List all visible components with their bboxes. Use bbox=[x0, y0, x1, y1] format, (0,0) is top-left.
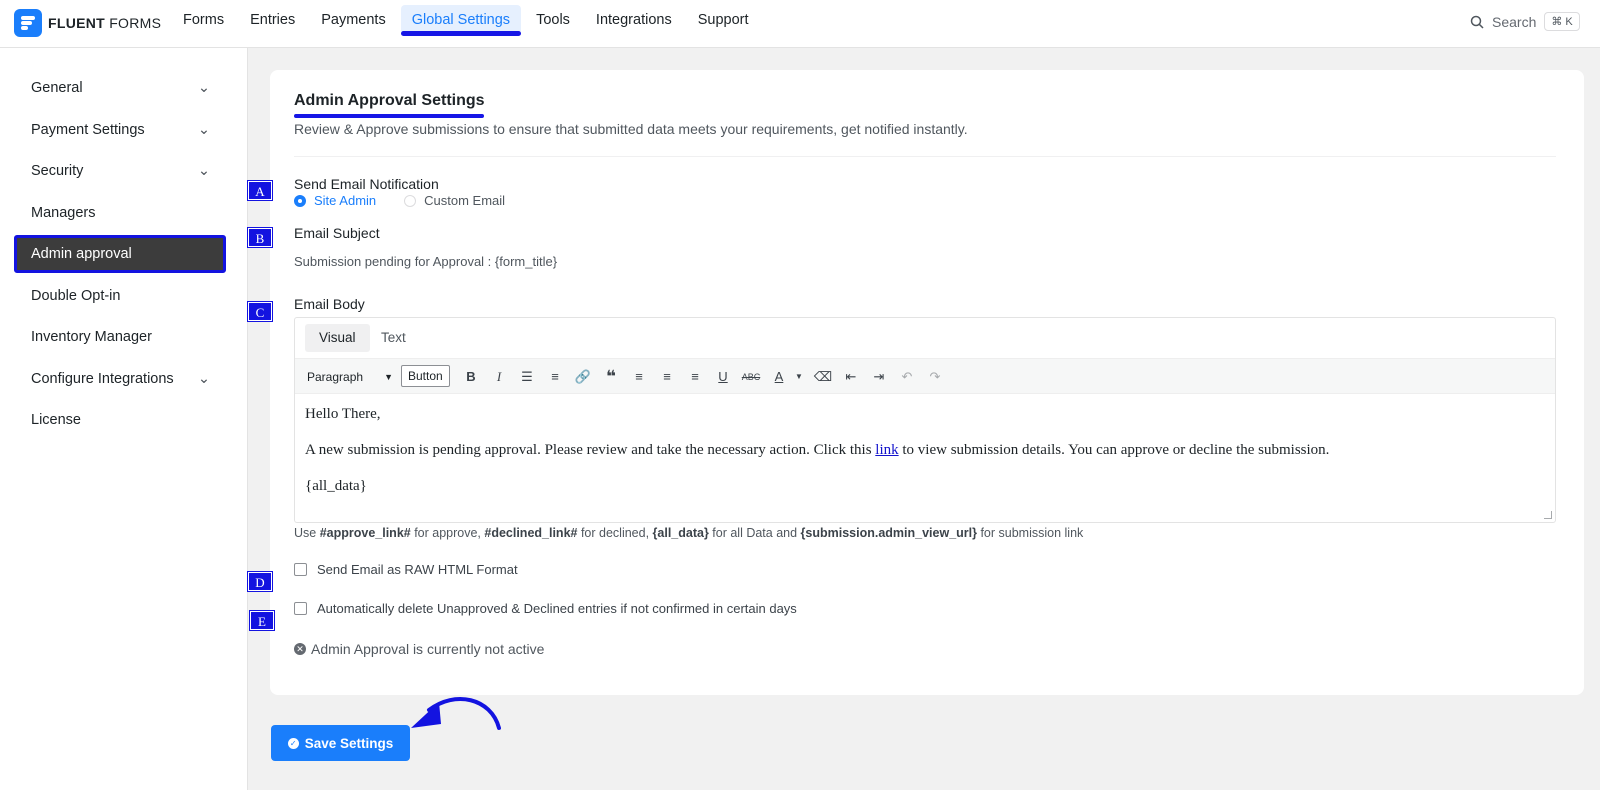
chevron-down-icon: ⌄ bbox=[197, 163, 210, 179]
sidebar-item-double-opt-in[interactable]: Double Opt-in bbox=[14, 277, 226, 315]
chevron-down-icon: ⌄ bbox=[197, 371, 210, 387]
italic-icon[interactable]: I bbox=[489, 367, 509, 387]
body-greeting: Hello There, bbox=[305, 406, 381, 422]
search-button[interactable]: Search ⌘ K bbox=[1470, 12, 1580, 31]
link-icon[interactable]: 🔗 bbox=[573, 367, 593, 387]
align-center-icon[interactable]: ≡ bbox=[657, 367, 677, 387]
top-bar: FLUENT FORMS Forms Entries Payments Glob… bbox=[0, 0, 1600, 48]
annotation-marker-c: C bbox=[248, 302, 272, 321]
logo[interactable]: FLUENT FORMS bbox=[14, 9, 161, 37]
admin-approval-card: Admin Approval Settings Review & Approve… bbox=[270, 70, 1584, 695]
search-label: Search bbox=[1492, 13, 1537, 30]
status-message: ✕ Admin Approval is currently not active bbox=[294, 641, 544, 657]
redo-icon[interactable]: ↷ bbox=[925, 367, 945, 387]
close-circle-icon: ✕ bbox=[294, 643, 306, 655]
check-circle-icon: ✓ bbox=[287, 737, 299, 749]
sidebar-item-payment-settings[interactable]: Payment Settings ⌄ bbox=[14, 111, 226, 149]
nav-tools[interactable]: Tools bbox=[523, 0, 583, 48]
outdent-icon[interactable]: ⇤ bbox=[841, 367, 861, 387]
nav-payments[interactable]: Payments bbox=[308, 0, 398, 48]
numbered-list-icon[interactable]: ≡ bbox=[545, 367, 565, 387]
nav-integrations[interactable]: Integrations bbox=[583, 0, 685, 48]
page-subtitle: Review & Approve submissions to ensure t… bbox=[294, 121, 968, 137]
editor-toolbar: Paragraph ▼ Button B I ☰ ≡ 🔗 ❝ ≡ ≡ ≡ U AB… bbox=[295, 358, 1555, 394]
shortcode-hint: Use #approve_link# for approve, #decline… bbox=[294, 526, 1084, 540]
annotation-arrow-icon bbox=[411, 697, 501, 730]
auto-delete-checkbox[interactable]: Automatically delete Unapproved & Declin… bbox=[294, 601, 797, 616]
undo-icon[interactable]: ↶ bbox=[897, 367, 917, 387]
submission-link[interactable]: link bbox=[875, 442, 898, 458]
chevron-down-icon: ⌄ bbox=[197, 122, 210, 138]
nav-forms[interactable]: Forms bbox=[170, 0, 237, 48]
radio-dot bbox=[294, 194, 306, 207]
blockquote-icon[interactable]: ❝ bbox=[601, 367, 621, 387]
underline-icon[interactable]: U bbox=[713, 367, 733, 387]
fluent-forms-logo-icon bbox=[14, 9, 42, 37]
checkbox-box bbox=[294, 602, 307, 615]
caret-down-icon: ▼ bbox=[384, 372, 393, 382]
body-label: Email Body bbox=[294, 296, 365, 312]
radio-custom-email[interactable]: Custom Email bbox=[404, 193, 505, 208]
settings-sidebar: General ⌄ Payment Settings ⌄ Security ⌄ Man… bbox=[0, 48, 248, 790]
email-body-editor: Visual Text Paragraph ▼ Button B I ☰ ≡ 🔗 … bbox=[294, 317, 1556, 523]
nav-entries[interactable]: Entries bbox=[237, 0, 308, 48]
format-select[interactable]: Paragraph ▼ bbox=[301, 366, 395, 388]
radio-dot bbox=[404, 194, 417, 207]
body-all-data: {all_data} bbox=[305, 478, 367, 494]
nav-global-settings[interactable]: Global Settings bbox=[399, 0, 523, 48]
eraser-icon[interactable]: ⌫ bbox=[813, 367, 833, 387]
caret-down-icon[interactable]: ▼ bbox=[789, 367, 809, 387]
divider bbox=[294, 156, 1556, 157]
tab-visual[interactable]: Visual bbox=[305, 324, 370, 352]
body-paragraph: A new submission is pending approval. Pl… bbox=[305, 442, 1330, 458]
search-icon bbox=[1470, 15, 1484, 29]
sidebar-item-configure-integrations[interactable]: Configure Integrations ⌄ bbox=[14, 360, 226, 398]
notification-label: Send Email Notification bbox=[294, 176, 439, 192]
sidebar-item-admin-approval[interactable]: Admin approval bbox=[14, 235, 226, 273]
sidebar-item-license[interactable]: License bbox=[14, 401, 226, 439]
main-nav: Forms Entries Payments Global Settings T… bbox=[170, 0, 762, 48]
text-color-icon[interactable]: A bbox=[769, 367, 789, 387]
annotation-marker-b: B bbox=[248, 228, 272, 247]
align-left-icon[interactable]: ≡ bbox=[629, 367, 649, 387]
bullet-list-icon[interactable]: ☰ bbox=[517, 367, 537, 387]
email-subject-input[interactable]: Submission pending for Approval : {form_… bbox=[294, 250, 1094, 274]
search-shortcut: ⌘ K bbox=[1544, 12, 1580, 31]
sidebar-item-inventory-manager[interactable]: Inventory Manager bbox=[14, 318, 226, 356]
sidebar-item-general[interactable]: General ⌄ bbox=[14, 69, 226, 107]
insert-button[interactable]: Button bbox=[401, 365, 450, 387]
title-underline-annotation bbox=[294, 114, 484, 118]
recipient-radio-group: Site Admin Custom Email bbox=[294, 193, 505, 208]
raw-html-checkbox[interactable]: Send Email as RAW HTML Format bbox=[294, 562, 518, 577]
save-settings-button[interactable]: ✓ Save Settings bbox=[271, 725, 410, 761]
checkbox-box bbox=[294, 563, 307, 576]
annotation-marker-a: A bbox=[248, 181, 272, 200]
editor-tabs: Visual Text bbox=[295, 318, 1555, 358]
tab-text[interactable]: Text bbox=[367, 324, 420, 352]
subject-label: Email Subject bbox=[294, 225, 380, 241]
sidebar-item-security[interactable]: Security ⌄ bbox=[14, 152, 226, 190]
logo-text: FLUENT FORMS bbox=[48, 15, 162, 31]
annotation-marker-d: D bbox=[248, 572, 272, 591]
nav-support[interactable]: Support bbox=[685, 0, 762, 48]
resize-handle[interactable] bbox=[1544, 511, 1552, 519]
strikethrough-icon[interactable]: ABC bbox=[741, 367, 761, 387]
bold-icon[interactable]: B bbox=[461, 367, 481, 387]
sidebar-item-managers[interactable]: Managers bbox=[14, 194, 226, 232]
page-title: Admin Approval Settings bbox=[294, 92, 485, 109]
chevron-down-icon: ⌄ bbox=[197, 80, 210, 96]
indent-icon[interactable]: ⇥ bbox=[869, 367, 889, 387]
radio-site-admin[interactable]: Site Admin bbox=[294, 193, 376, 208]
align-right-icon[interactable]: ≡ bbox=[685, 367, 705, 387]
annotation-marker-e: E bbox=[250, 611, 274, 630]
